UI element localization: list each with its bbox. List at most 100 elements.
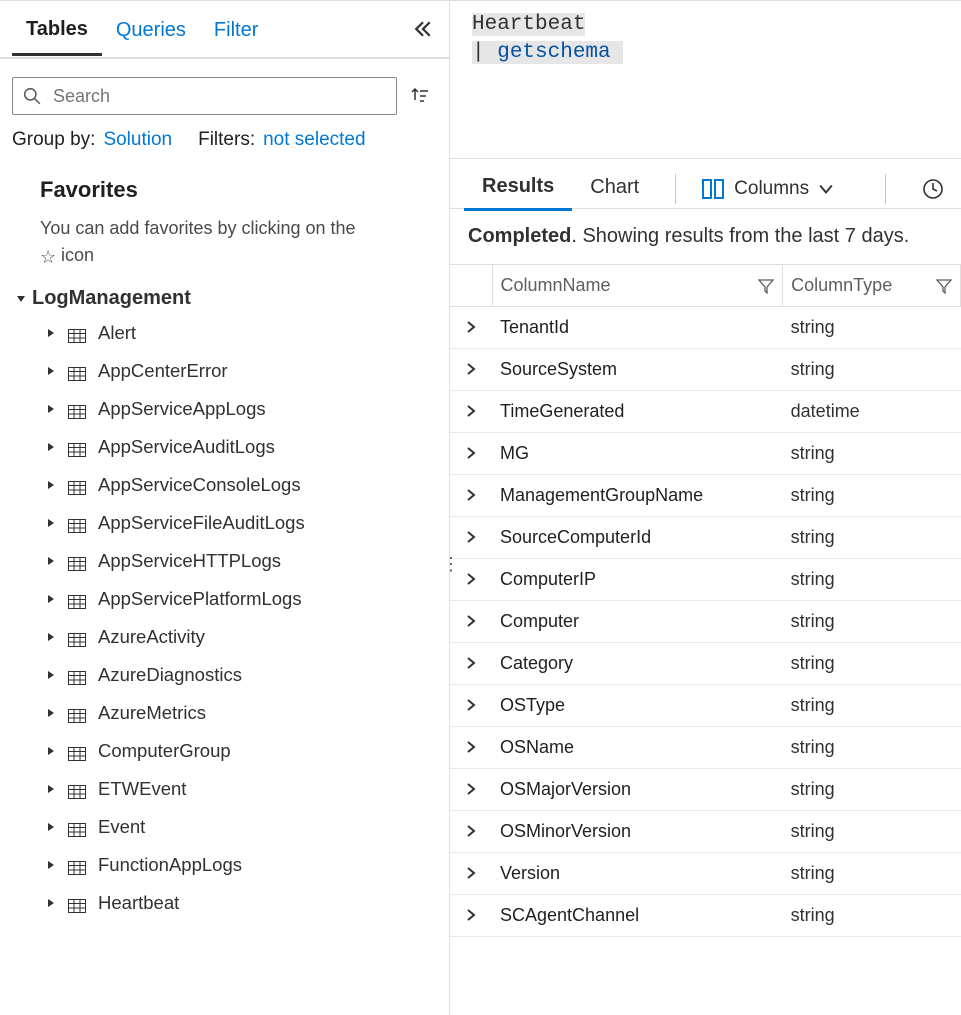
sort-button[interactable] [407, 83, 433, 109]
search-icon [23, 87, 41, 105]
table-row[interactable]: OSNamestring [450, 727, 961, 769]
table-item[interactable]: AppServiceConsoleLogs [26, 466, 435, 504]
table-row[interactable]: OSMajorVersionstring [450, 769, 961, 811]
filter-icon[interactable] [936, 278, 952, 294]
group-by-value[interactable]: Solution [103, 129, 172, 151]
table-item[interactable]: AppCenterError [26, 352, 435, 390]
chevron-right-icon [465, 447, 477, 459]
expand-row-button[interactable] [450, 391, 492, 433]
tab-tables[interactable]: Tables [12, 4, 102, 56]
expand-row-button[interactable] [450, 475, 492, 517]
table-item-label: Heartbeat [98, 892, 179, 914]
right-panel: ⋮ Heartbeat | getschema Results Chart Co… [450, 1, 961, 1015]
code-pipe: | [472, 41, 497, 64]
left-panel: Tables Queries Filter Group b [0, 1, 450, 1015]
table-item[interactable]: AppServiceFileAuditLogs [26, 504, 435, 542]
table-item-label: ETWEvent [98, 778, 186, 800]
table-item-label: AzureDiagnostics [98, 664, 242, 686]
table-item[interactable]: AppServiceAppLogs [26, 390, 435, 428]
cell-columntype: string [783, 727, 961, 769]
table-item[interactable]: Event [26, 808, 435, 846]
expand-row-button[interactable] [450, 811, 492, 853]
caret-right-icon [46, 442, 56, 452]
caret-right-icon [46, 594, 56, 604]
columns-label: Columns [734, 178, 809, 200]
table-row[interactable]: SourceSystemstring [450, 349, 961, 391]
sort-icon [410, 86, 430, 106]
table-row[interactable]: TimeGenerateddatetime [450, 391, 961, 433]
caret-right-icon [46, 822, 56, 832]
cell-columntype: string [783, 769, 961, 811]
table-item[interactable]: ETWEvent [26, 770, 435, 808]
cell-columnname: ComputerIP [492, 559, 783, 601]
caret-right-icon [46, 404, 56, 414]
table-item[interactable]: AzureDiagnostics [26, 656, 435, 694]
expand-row-button[interactable] [450, 307, 492, 349]
filters-value[interactable]: not selected [263, 129, 365, 151]
table-item[interactable]: FunctionAppLogs [26, 846, 435, 884]
expand-row-button[interactable] [450, 601, 492, 643]
tree-scroll[interactable]: Favorites You can add favorites by click… [0, 157, 449, 1015]
clock-icon[interactable] [922, 178, 944, 200]
header-columnname[interactable]: ColumnName [492, 265, 783, 307]
expand-row-button[interactable] [450, 349, 492, 391]
table-item[interactable]: AzureMetrics [26, 694, 435, 732]
table-item[interactable]: Heartbeat [26, 884, 435, 922]
table-icon [68, 364, 86, 378]
search-input[interactable] [51, 85, 386, 108]
table-item[interactable]: AppServicePlatformLogs [26, 580, 435, 618]
expand-row-button[interactable] [450, 643, 492, 685]
query-editor[interactable]: Heartbeat | getschema [450, 1, 961, 159]
cell-columnname: Category [492, 643, 783, 685]
table-row[interactable]: TenantIdstring [450, 307, 961, 349]
table-row[interactable]: ManagementGroupNamestring [450, 475, 961, 517]
table-item-label: AppServiceFileAuditLogs [98, 512, 305, 534]
table-item-label: AppServiceAuditLogs [98, 436, 275, 458]
table-icon [68, 402, 86, 416]
table-row[interactable]: Versionstring [450, 853, 961, 895]
table-row[interactable]: MGstring [450, 433, 961, 475]
table-icon [68, 516, 86, 530]
table-icon [68, 782, 86, 796]
group-logmanagement[interactable]: LogManagement [16, 277, 435, 314]
header-columntype[interactable]: ColumnType [783, 265, 961, 307]
tab-chart[interactable]: Chart [572, 168, 657, 209]
filters-label: Filters: [198, 129, 255, 151]
table-row[interactable]: SCAgentChannelstring [450, 895, 961, 937]
tab-results[interactable]: Results [464, 167, 572, 211]
columns-button[interactable]: Columns [694, 174, 841, 204]
expand-row-button[interactable] [450, 433, 492, 475]
table-row[interactable]: Computerstring [450, 601, 961, 643]
expand-row-button[interactable] [450, 727, 492, 769]
expand-row-button[interactable] [450, 685, 492, 727]
table-item[interactable]: AzureActivity [26, 618, 435, 656]
chevron-right-icon [465, 867, 477, 879]
filter-icon[interactable] [758, 278, 774, 294]
caret-right-icon [46, 784, 56, 794]
table-row[interactable]: OSTypestring [450, 685, 961, 727]
expand-row-button[interactable] [450, 895, 492, 937]
cell-columntype: string [783, 433, 961, 475]
chevron-right-icon [465, 783, 477, 795]
code-keyword: getschema [497, 41, 610, 64]
expand-row-button[interactable] [450, 769, 492, 811]
cell-columntype: string [783, 475, 961, 517]
table-row[interactable]: Categorystring [450, 643, 961, 685]
table-row[interactable]: SourceComputerIdstring [450, 517, 961, 559]
expand-row-button[interactable] [450, 853, 492, 895]
table-item[interactable]: ComputerGroup [26, 732, 435, 770]
table-item[interactable]: AppServiceHTTPLogs [26, 542, 435, 580]
table-row[interactable]: ComputerIPstring [450, 559, 961, 601]
table-item[interactable]: Alert [26, 314, 435, 352]
table-item[interactable]: AppServiceAuditLogs [26, 428, 435, 466]
table-item-label: AppServiceHTTPLogs [98, 550, 281, 572]
search-box[interactable] [12, 77, 397, 115]
collapse-panel-button[interactable] [409, 15, 437, 43]
expand-row-button[interactable] [450, 517, 492, 559]
toolbar-separator [675, 174, 676, 204]
splitter-handle[interactable]: ⋮ [442, 561, 460, 567]
header-label: ColumnType [791, 275, 892, 296]
table-row[interactable]: OSMinorVersionstring [450, 811, 961, 853]
tab-filter[interactable]: Filter [200, 5, 272, 54]
tab-queries[interactable]: Queries [102, 5, 200, 54]
